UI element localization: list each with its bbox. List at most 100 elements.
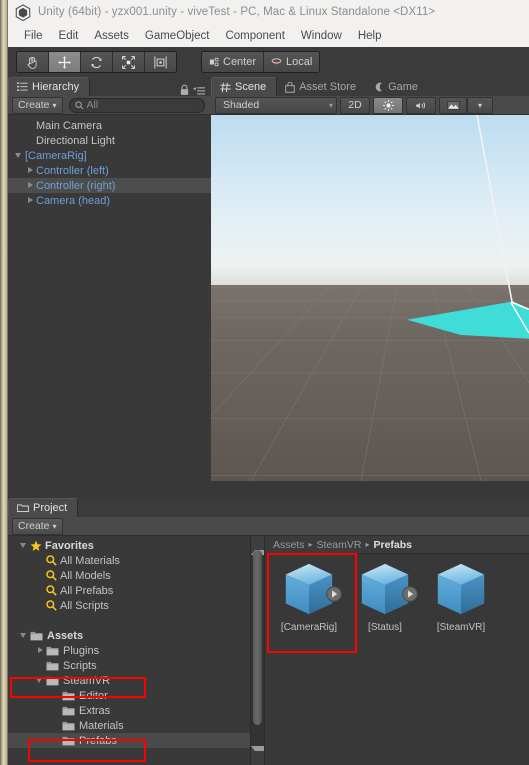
- scroll-down-button[interactable]: [251, 746, 272, 765]
- project-tree-item[interactable]: Prefabs: [8, 733, 250, 748]
- project-tree-item[interactable]: Favorites: [8, 538, 250, 553]
- selected-object-highlight: [407, 301, 529, 339]
- hierarchy-item[interactable]: Main Camera: [8, 118, 211, 133]
- expander-right-icon[interactable]: [25, 165, 36, 176]
- draw-mode-dropdown[interactable]: Shaded ▾: [215, 96, 337, 114]
- breadcrumb-segment[interactable]: SteamVR: [317, 539, 362, 551]
- project-tree-item[interactable]: All Prefabs: [8, 583, 250, 598]
- asset-grid[interactable]: [CameraRig] [Status] [SteamVR]: [265, 554, 529, 633]
- expander-right-icon[interactable]: [25, 195, 36, 206]
- lighting-toggle-button[interactable]: [373, 96, 403, 114]
- tab-asset-store[interactable]: Asset Store: [277, 78, 366, 96]
- project-tree-item[interactable]: Materials: [8, 718, 250, 733]
- menu-gameobject[interactable]: GameObject: [137, 28, 218, 44]
- project-tree-item[interactable]: All Scripts: [8, 598, 250, 613]
- expander-down-icon[interactable]: [19, 540, 30, 551]
- effects-toggle-button[interactable]: [439, 96, 467, 114]
- tab-hierarchy[interactable]: Hierarchy: [8, 77, 91, 96]
- menu-edit[interactable]: Edit: [51, 28, 87, 44]
- prefab-arrow-badge[interactable]: [402, 586, 418, 602]
- search-icon: [46, 555, 57, 566]
- hierarchy-item[interactable]: Controller (right): [8, 178, 211, 193]
- project-tree-item-label: Editor: [79, 689, 108, 702]
- hierarchy-toolbar: Create ▾ All: [8, 96, 211, 115]
- scale-tool-button[interactable]: [113, 52, 145, 72]
- expander-right-icon[interactable]: [35, 645, 46, 656]
- menu-file[interactable]: File: [16, 28, 51, 44]
- asset-tile-label: [CameraRig]: [280, 622, 338, 633]
- lock-icon[interactable]: [179, 84, 190, 96]
- hierarchy-item-label: Camera (head): [36, 194, 110, 207]
- search-icon: [46, 600, 57, 611]
- prefab-arrow-badge[interactable]: [326, 586, 342, 602]
- hierarchy-item[interactable]: Controller (left): [8, 163, 211, 178]
- menu-component[interactable]: Component: [217, 28, 292, 44]
- 2d-toggle-button[interactable]: 2D: [340, 96, 370, 114]
- menu-window[interactable]: Window: [293, 28, 350, 44]
- breadcrumb-segment[interactable]: Prefabs: [373, 539, 412, 551]
- project-tree-item[interactable]: Assets: [8, 628, 250, 643]
- hierarchy-search-input[interactable]: All: [68, 97, 205, 113]
- rotate-tool-button[interactable]: [81, 52, 113, 72]
- audio-toggle-button[interactable]: [406, 96, 436, 114]
- main-toolbar: Center Local: [8, 47, 529, 78]
- menu-help[interactable]: Help: [350, 28, 390, 44]
- move-tool-button[interactable]: [49, 52, 81, 72]
- rect-transform-tool-button[interactable]: [145, 52, 176, 72]
- expander-down-icon[interactable]: [19, 630, 30, 641]
- tab-scene[interactable]: Scene: [211, 77, 278, 96]
- breadcrumb[interactable]: Assets ▸ SteamVR ▸ Prefabs: [265, 536, 529, 554]
- breadcrumb-segment[interactable]: Assets: [273, 539, 305, 551]
- rotation-mode-label: Local: [286, 56, 313, 68]
- expander-down-icon[interactable]: [14, 150, 25, 161]
- project-tree-item[interactable]: Plugins: [8, 643, 250, 658]
- game-icon: [375, 82, 382, 92]
- project-content-pane: Assets ▸ SteamVR ▸ Prefabs [CameraRig] [Stat…: [264, 536, 529, 765]
- tab-project[interactable]: Project: [8, 498, 79, 517]
- project-tree-item[interactable]: Editor: [8, 688, 250, 703]
- folder-icon: [62, 721, 75, 730]
- expander-down-icon[interactable]: [35, 675, 46, 686]
- hierarchy-item[interactable]: Camera (head): [8, 193, 211, 208]
- scroll-thumb[interactable]: [253, 550, 262, 725]
- project-tree-item[interactable]: Scripts: [8, 658, 250, 673]
- project-tree-item[interactable]: All Materials: [8, 553, 250, 568]
- project-tree-item[interactable]: Extras: [8, 703, 250, 718]
- menu-assets[interactable]: Assets: [86, 28, 137, 44]
- hierarchy-item-label: Controller (right): [36, 179, 116, 192]
- hierarchy-item[interactable]: [CameraRig]: [8, 148, 211, 163]
- effects-dropdown-button[interactable]: ▾: [467, 96, 493, 114]
- panel-menu-icon[interactable]: [193, 86, 205, 96]
- tab-game[interactable]: Game: [366, 78, 428, 96]
- project-folder-tree[interactable]: Favorites All Materials All Models All Pref…: [8, 536, 250, 765]
- tab-asset-store-label: Asset Store: [299, 81, 357, 93]
- scene-panel: Scene Asset Store Game Shaded ▾ 2D ▾: [211, 77, 529, 481]
- project-tree-scrollbar[interactable]: [250, 536, 272, 765]
- asset-tile[interactable]: [CameraRig]: [271, 560, 347, 633]
- project-tree-item[interactable]: SteamVR: [8, 673, 250, 688]
- project-tree-item-label: All Materials: [60, 554, 120, 567]
- rotation-mode-button[interactable]: Local: [264, 52, 320, 72]
- expander-right-icon[interactable]: [25, 180, 36, 191]
- hierarchy-item[interactable]: Directional Light: [8, 133, 211, 148]
- asset-tile[interactable]: [SteamVR]: [423, 560, 499, 633]
- project-body: Favorites All Materials All Models All Pref…: [8, 536, 529, 765]
- project-create-button[interactable]: Create ▾: [12, 517, 63, 535]
- project-tree-item[interactable]: All Models: [8, 568, 250, 583]
- hierarchy-create-button[interactable]: Create ▾: [12, 96, 63, 114]
- scroll-up-button[interactable]: [251, 536, 272, 555]
- hierarchy-icon: [17, 82, 28, 91]
- hierarchy-tree[interactable]: Main Camera Directional Light [CameraRig] C…: [8, 115, 211, 481]
- asset-tile[interactable]: [Status]: [347, 560, 423, 633]
- pivot-mode-button[interactable]: Center: [202, 52, 265, 72]
- scene-viewport[interactable]: [211, 115, 529, 481]
- chevron-down-icon: ▾: [52, 100, 57, 110]
- search-icon: [46, 570, 57, 581]
- hand-tool-button[interactable]: [17, 52, 49, 72]
- asset-store-icon: [285, 81, 295, 93]
